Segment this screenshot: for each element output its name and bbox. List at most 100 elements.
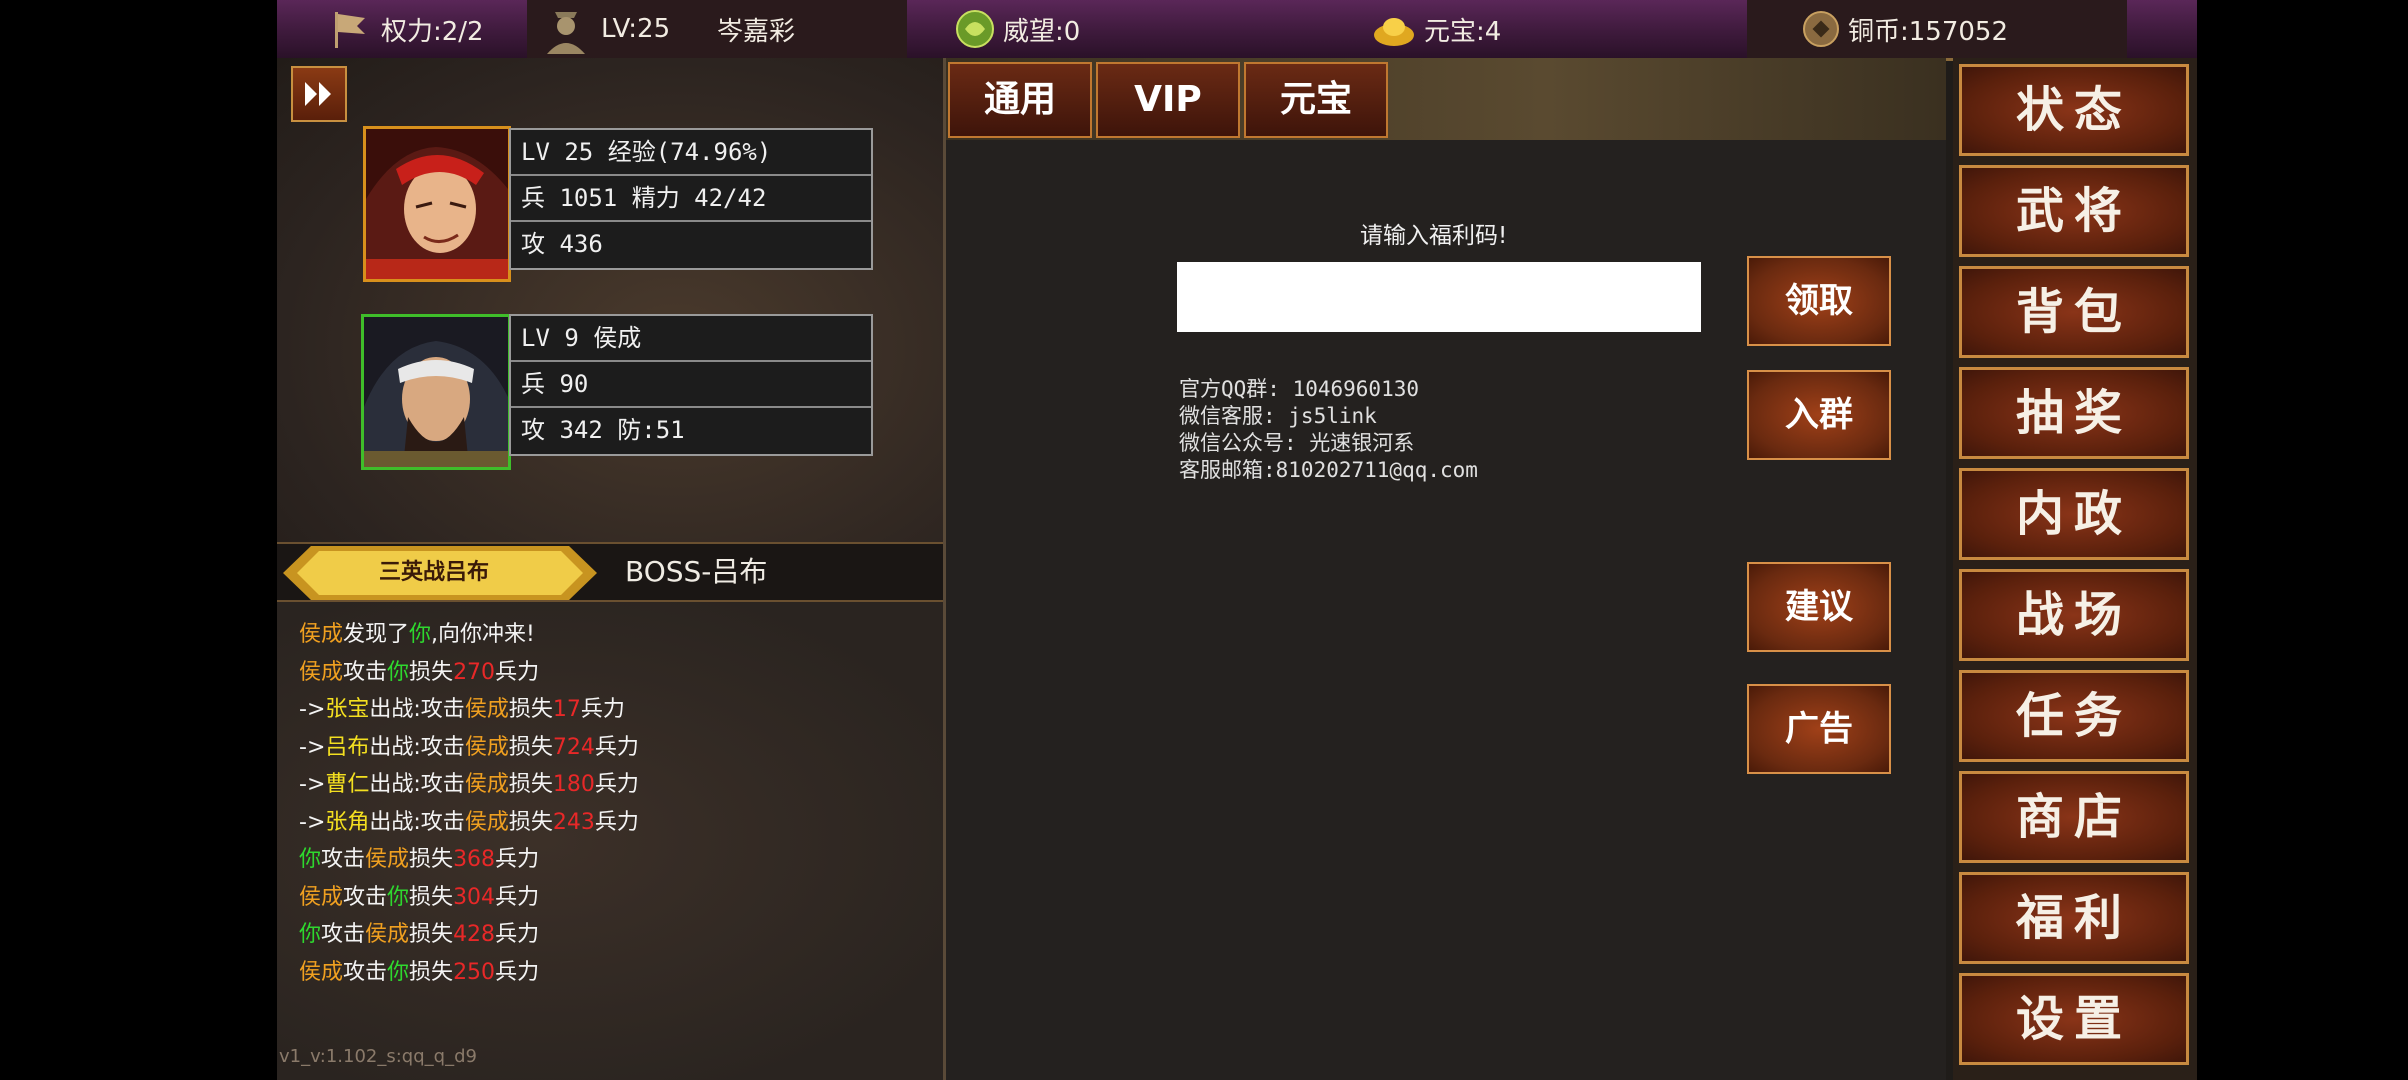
advertisement-button[interactable]: 广告	[1747, 684, 1891, 774]
log-segment: 损失	[409, 847, 454, 872]
menu-shop[interactable]: 商店	[1959, 771, 2189, 863]
log-line: ->吕布出战:攻击侯成损失724兵力	[299, 729, 639, 761]
enemy-troops: 兵 90	[511, 362, 871, 408]
yuanbao-indicator: 元宝:4	[1372, 0, 1501, 58]
log-segment: 兵力	[495, 660, 540, 685]
log-line: ->张角出战:攻击侯成损失243兵力	[299, 804, 639, 836]
log-segment: 侯成	[464, 697, 509, 722]
log-segment: 攻击	[321, 922, 366, 947]
log-segment: 攻击	[343, 960, 388, 985]
main-menu: 状态 武将 背包 抽奖 内政 战场 任务 商店 福利 设置	[1953, 58, 2197, 1080]
log-line: 你攻击侯成损失368兵力	[299, 841, 539, 873]
log-segment: 侯成	[299, 960, 344, 985]
log-segment: 攻击	[321, 847, 366, 872]
log-segment: 损失	[508, 697, 553, 722]
log-segment: 你	[299, 847, 322, 872]
log-segment: 兵力	[594, 772, 639, 797]
log-segment: 出战:攻击	[369, 735, 465, 760]
power-value: 权力:2/2	[381, 16, 484, 47]
hero-panel: LV 25 经验(74.96%) 兵 1051 精力 42/42 攻 436 L…	[277, 58, 943, 542]
log-segment: 你	[387, 960, 410, 985]
log-segment: 你	[387, 660, 410, 685]
wechat-service-info: 微信客服: js5link	[1179, 404, 1377, 428]
log-segment: 发现了	[343, 622, 410, 647]
log-line: 侯成攻击你损失270兵力	[299, 654, 539, 686]
log-line: 侯成攻击你损失304兵力	[299, 879, 539, 911]
power-indicator: 权力:2/2	[327, 0, 484, 58]
player-hero-portrait[interactable]	[363, 126, 511, 282]
log-segment: 张角	[325, 810, 370, 835]
log-segment: 损失	[409, 960, 454, 985]
log-segment: 损失	[508, 772, 553, 797]
suggestion-button[interactable]: 建议	[1747, 562, 1891, 652]
prestige-indicator: 威望:0	[955, 0, 1080, 58]
log-segment: 侯成	[464, 735, 509, 760]
menu-quests[interactable]: 任务	[1959, 670, 2189, 762]
log-segment: 侯成	[365, 847, 410, 872]
log-segment: 曹仁	[325, 772, 370, 797]
gold-ingot-icon	[1374, 18, 1414, 46]
log-segment: 你	[387, 885, 410, 910]
enemy-hero-stats: LV 9 侯成 兵 90 攻 342 防:51	[509, 314, 873, 456]
resource-bar: 权力:2/2 LV:25 岑嘉彩 威望:0 元宝:4 铜币:157052	[277, 0, 2197, 61]
menu-battlefield[interactable]: 战场	[1959, 569, 2189, 661]
log-line: ->曹仁出战:攻击侯成损失180兵力	[299, 766, 639, 798]
log-segment: 368	[453, 847, 496, 872]
menu-generals[interactable]: 武将	[1959, 165, 2189, 257]
tab-bar: 通用 VIP 元宝	[946, 58, 1946, 140]
log-segment: 侯成	[464, 810, 509, 835]
copper-coin-icon	[1803, 11, 1839, 47]
log-segment: ->	[299, 735, 326, 760]
log-segment: 兵力	[580, 697, 625, 722]
service-email-info: 客服邮箱:810202711@qq.com	[1179, 458, 1478, 482]
menu-settings[interactable]: 设置	[1959, 973, 2189, 1065]
log-segment: 270	[453, 660, 496, 685]
player-name: 岑嘉彩	[717, 16, 796, 47]
game-screen: 权力:2/2 LV:25 岑嘉彩 威望:0 元宝:4 铜币:157052 LV …	[277, 0, 2197, 1080]
menu-lottery[interactable]: 抽奖	[1959, 367, 2189, 459]
join-group-button[interactable]: 入群	[1747, 370, 1891, 460]
player-hero-stats: LV 25 经验(74.96%) 兵 1051 精力 42/42 攻 436	[509, 128, 873, 270]
log-segment: 出战:攻击	[369, 697, 465, 722]
stage-banner-label[interactable]: 三英战吕布	[307, 546, 561, 600]
copper-indicator: 铜币:157052	[1802, 0, 2008, 58]
log-segment: 你	[409, 622, 432, 647]
tab-general[interactable]: 通用	[948, 62, 1092, 138]
log-line: ->张宝出战:攻击侯成损失17兵力	[299, 691, 625, 723]
log-segment: 损失	[409, 922, 454, 947]
version-label: v1_v:1.102_s:qq_q_d9	[279, 1046, 477, 1067]
log-segment: 损失	[508, 810, 553, 835]
enemy-level-name: LV 9 侯成	[511, 316, 871, 362]
log-segment: 侯成	[299, 885, 344, 910]
welfare-code-input[interactable]	[1177, 262, 1701, 332]
log-segment: 兵力	[594, 810, 639, 835]
log-line: 你攻击侯成损失428兵力	[299, 916, 539, 948]
enemy-face-image	[364, 317, 508, 467]
level-value: LV:25	[601, 14, 671, 44]
flag-icon	[335, 12, 365, 48]
log-segment: 出战:攻击	[369, 772, 465, 797]
menu-status[interactable]: 状态	[1959, 64, 2189, 156]
tab-yuanbao[interactable]: 元宝	[1244, 62, 1388, 138]
log-segment: 兵力	[495, 885, 540, 910]
enemy-hero-portrait[interactable]	[361, 314, 511, 470]
claim-button[interactable]: 领取	[1747, 256, 1891, 346]
menu-domestic[interactable]: 内政	[1959, 468, 2189, 560]
log-segment: ->	[299, 772, 326, 797]
player-level: LV:25	[539, 0, 670, 58]
log-segment: 侯成	[299, 660, 344, 685]
log-segment: 侯成	[365, 922, 410, 947]
menu-welfare[interactable]: 福利	[1959, 872, 2189, 964]
log-segment: 17	[552, 697, 581, 722]
log-segment: 出战:攻击	[369, 810, 465, 835]
log-segment: 损失	[409, 660, 454, 685]
log-segment: 兵力	[594, 735, 639, 760]
log-segment: 724	[552, 735, 595, 760]
log-segment: 你	[299, 922, 322, 947]
menu-backpack[interactable]: 背包	[1959, 266, 2189, 358]
log-line: 侯成发现了你,向你冲来!	[299, 616, 535, 648]
battle-log: 侯成发现了你,向你冲来! 侯成攻击你损失270兵力 ->张宝出战:攻击侯成损失1…	[277, 602, 943, 1080]
fast-forward-button[interactable]	[291, 66, 347, 122]
player-attack: 攻 436	[521, 230, 603, 258]
tab-vip[interactable]: VIP	[1096, 62, 1240, 138]
